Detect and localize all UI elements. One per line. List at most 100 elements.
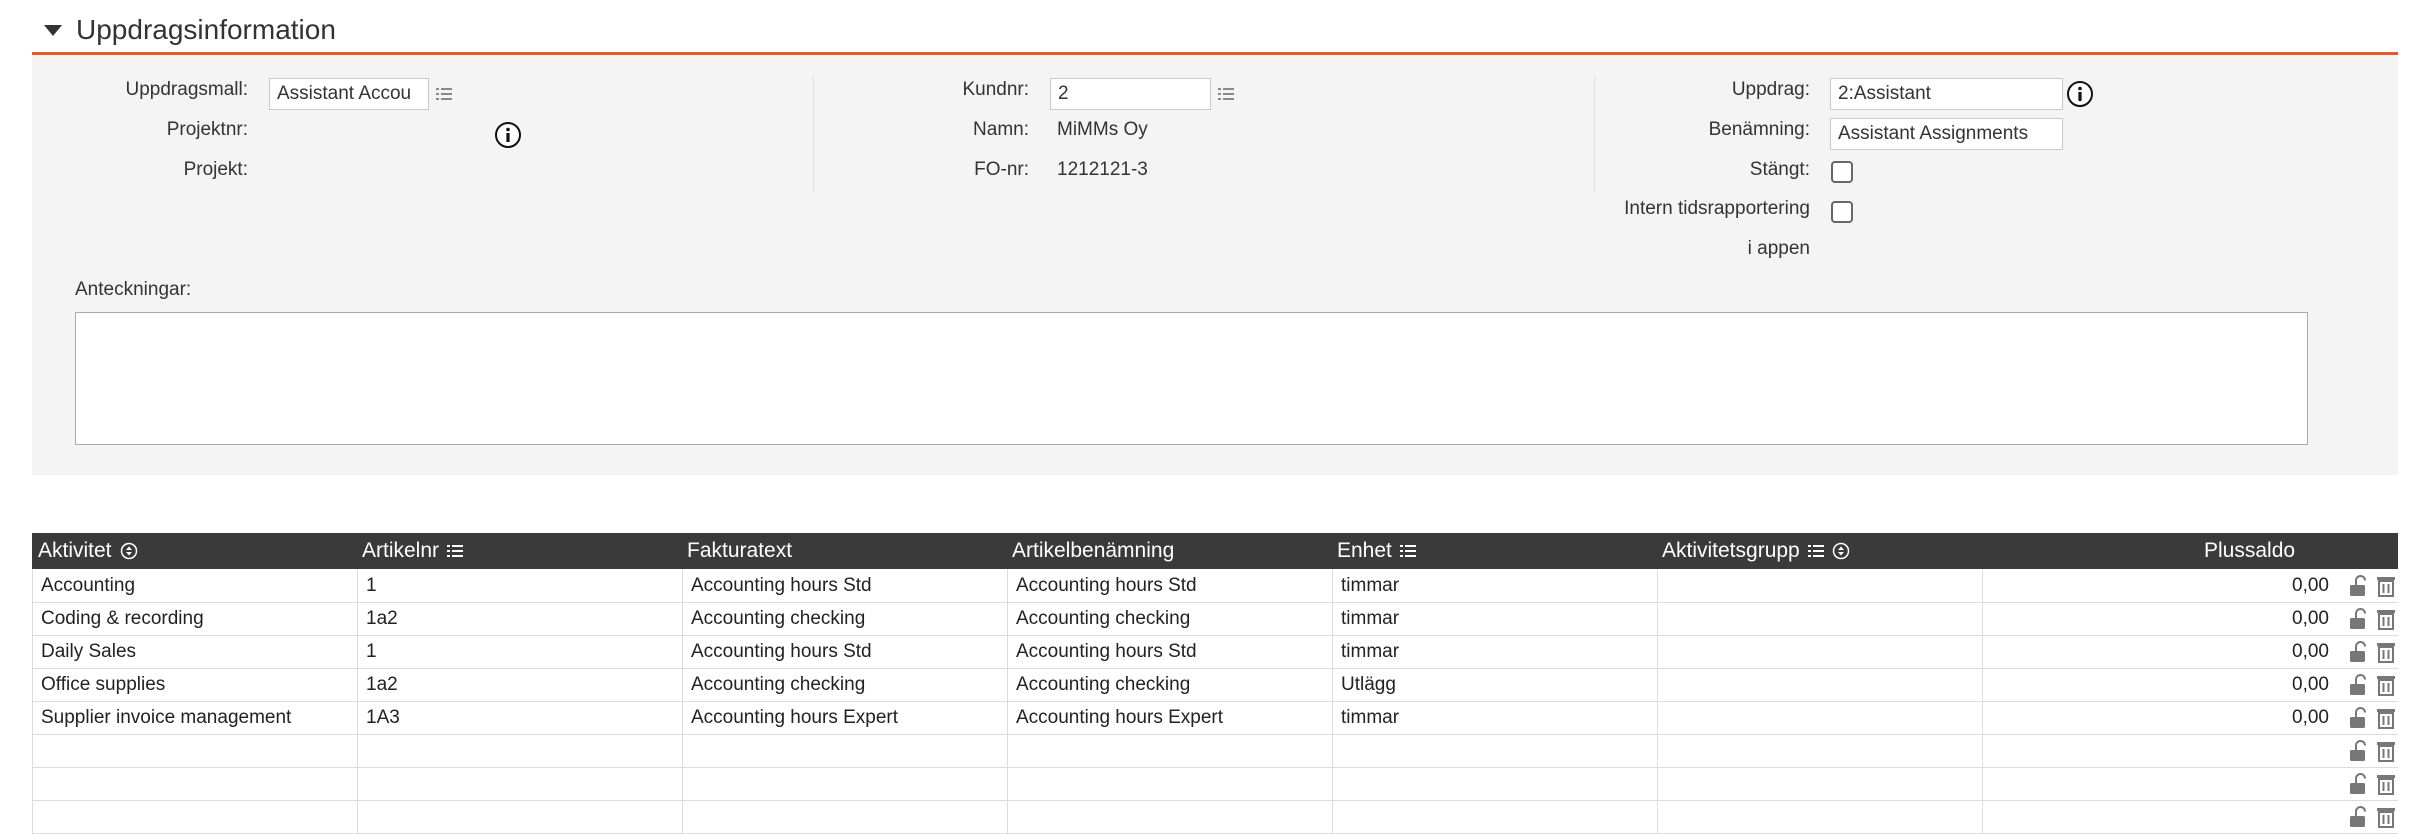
info-icon[interactable] [494,121,522,149]
list-filter-icon[interactable] [1807,544,1824,558]
cell-unit[interactable]: timmar [1332,602,1657,635]
cell-article-no[interactable]: 1a2 [357,668,682,701]
cell-invoice-text[interactable]: Accounting checking [682,668,1007,701]
header-activity[interactable]: Aktivitet [38,533,138,569]
cell-activity-group[interactable] [1657,668,1982,701]
cell-unit[interactable] [1332,767,1657,800]
cell-activity[interactable]: Coding & recording [32,602,357,635]
cell-plus-balance[interactable] [1982,800,2337,833]
unlock-icon[interactable] [2347,574,2371,598]
cell-article-name[interactable] [1007,734,1332,767]
cell-activity-group[interactable] [1657,602,1982,635]
cell-article-no[interactable]: 1 [357,635,682,668]
cell-activity-group[interactable] [1657,569,1982,602]
cell-unit[interactable] [1332,734,1657,767]
cell-article-name[interactable] [1007,767,1332,800]
cell-plus-balance[interactable]: 0,00 [1982,668,2337,701]
unlock-icon[interactable] [2347,640,2371,664]
cell-activity[interactable]: Office supplies [32,668,357,701]
unlock-icon[interactable] [2347,607,2371,631]
closed-checkbox[interactable] [1831,161,1853,183]
assignment-field[interactable]: 2:Assistant [1830,78,2063,110]
delete-icon[interactable] [2374,607,2398,631]
header-unit[interactable]: Enhet [1337,533,1416,569]
cell-article-name[interactable]: Accounting checking [1007,602,1332,635]
delete-icon[interactable] [2374,574,2398,598]
cell-activity[interactable] [32,734,357,767]
header-activity-group[interactable]: Aktivitetsgrupp [1662,533,1850,569]
customer-field[interactable]: 2 [1050,78,1211,110]
template-field[interactable]: Assistant Accou [269,78,429,110]
delete-icon[interactable] [2374,706,2398,730]
cell-plus-balance[interactable]: 0,00 [1982,701,2337,734]
delete-icon[interactable] [2374,739,2398,763]
unlock-icon[interactable] [2347,772,2371,796]
list-filter-icon[interactable] [1399,544,1416,558]
cell-activity[interactable]: Daily Sales [32,635,357,668]
cell-article-no[interactable]: 1a2 [357,602,682,635]
unlock-icon[interactable] [2347,673,2371,697]
cell-unit[interactable]: timmar [1332,569,1657,602]
table-row[interactable]: Office supplies 1a2 Accounting checking Acc… [32,668,2398,702]
cell-plus-balance[interactable]: 0,00 [1982,635,2337,668]
designation-field[interactable]: Assistant Assignments [1830,118,2063,150]
cell-invoice-text[interactable] [682,800,1007,833]
cell-unit[interactable]: timmar [1332,635,1657,668]
table-row[interactable]: Daily Sales 1 Accounting hours Std Accounti… [32,635,2398,669]
cell-article-name[interactable]: Accounting hours Std [1007,635,1332,668]
list-picker-icon[interactable] [436,87,452,101]
cell-plus-balance[interactable] [1982,767,2337,800]
header-article-no[interactable]: Artikelnr [362,533,464,569]
list-picker-icon[interactable] [1218,87,1234,101]
internal-reporting-checkbox[interactable] [1831,201,1853,223]
cell-plus-balance[interactable]: 0,00 [1982,602,2337,635]
cell-activity-group[interactable] [1657,767,1982,800]
cell-invoice-text[interactable]: Accounting hours Std [682,635,1007,668]
delete-icon[interactable] [2374,772,2398,796]
cell-article-name[interactable]: Accounting hours Expert [1007,701,1332,734]
cell-article-no[interactable]: 1A3 [357,701,682,734]
cell-unit[interactable] [1332,800,1657,833]
header-invoice-text[interactable]: Fakturatext [687,533,792,569]
cell-article-no[interactable] [357,734,682,767]
delete-icon[interactable] [2374,673,2398,697]
cell-activity[interactable]: Supplier invoice management [32,701,357,734]
list-filter-icon[interactable] [447,544,464,558]
header-plus-balance[interactable]: Plussaldo [2204,533,2295,569]
notes-textarea[interactable] [75,312,2308,445]
table-row[interactable] [32,800,2398,834]
table-row[interactable]: Accounting 1 Accounting hours Std Accountin… [32,569,2398,603]
cell-invoice-text[interactable] [682,734,1007,767]
cell-activity-group[interactable] [1657,635,1982,668]
table-row[interactable]: Coding & recording 1a2 Accounting checking… [32,602,2398,636]
cell-activity[interactable]: Accounting [32,569,357,602]
cell-article-name[interactable]: Accounting checking [1007,668,1332,701]
cell-unit[interactable]: Utlägg [1332,668,1657,701]
unlock-icon[interactable] [2347,706,2371,730]
delete-icon[interactable] [2374,805,2398,829]
unlock-icon[interactable] [2347,805,2371,829]
cell-article-no[interactable] [357,800,682,833]
table-row[interactable]: Supplier invoice management 1A3 Accounting… [32,701,2398,735]
sort-icon[interactable] [120,542,138,560]
sort-icon[interactable] [1832,542,1850,560]
cell-activity[interactable] [32,767,357,800]
cell-article-name[interactable]: Accounting hours Std [1007,569,1332,602]
cell-invoice-text[interactable]: Accounting checking [682,602,1007,635]
cell-article-no[interactable] [357,767,682,800]
cell-invoice-text[interactable]: Accounting hours Expert [682,701,1007,734]
collapse-caret-icon[interactable] [44,24,62,36]
cell-invoice-text[interactable]: Accounting hours Std [682,569,1007,602]
cell-activity[interactable] [32,800,357,833]
header-article-name[interactable]: Artikelbenämning [1012,533,1174,569]
cell-activity-group[interactable] [1657,734,1982,767]
info-icon[interactable] [2066,80,2094,108]
cell-activity-group[interactable] [1657,701,1982,734]
delete-icon[interactable] [2374,640,2398,664]
cell-unit[interactable]: timmar [1332,701,1657,734]
cell-article-name[interactable] [1007,800,1332,833]
unlock-icon[interactable] [2347,739,2371,763]
table-row[interactable] [32,734,2398,768]
cell-plus-balance[interactable]: 0,00 [1982,569,2337,602]
cell-plus-balance[interactable] [1982,734,2337,767]
